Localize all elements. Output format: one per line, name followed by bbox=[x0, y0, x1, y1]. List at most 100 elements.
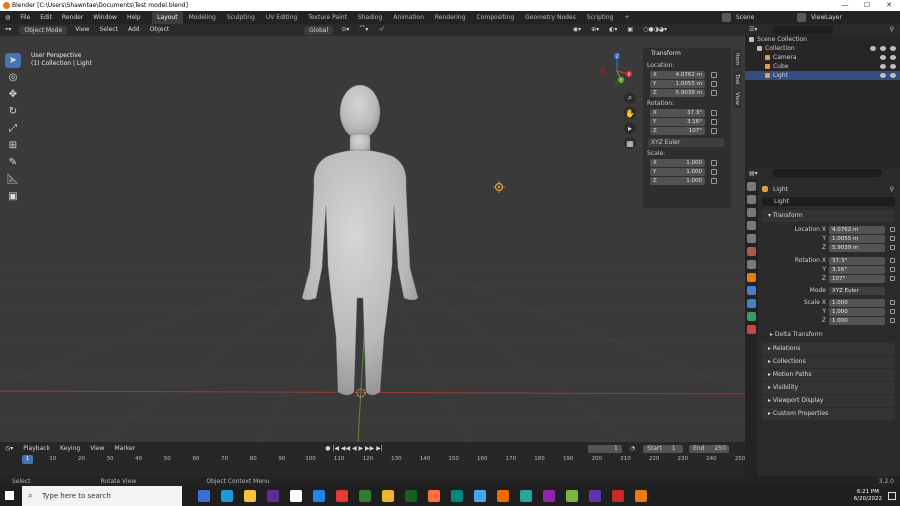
lock-icon[interactable] bbox=[711, 109, 717, 116]
physics-tab-icon[interactable] bbox=[747, 286, 756, 295]
menu-window[interactable]: Window bbox=[88, 11, 122, 24]
taskbar-app-icon[interactable] bbox=[612, 490, 624, 502]
rotation-y-field[interactable]: Y 3.16° bbox=[650, 117, 705, 126]
lock-icon[interactable] bbox=[890, 309, 895, 314]
viewport-display-section[interactable]: ▸ Viewport Display bbox=[762, 395, 895, 407]
taskbar-search-input[interactable]: ⌕ Type here to search bbox=[22, 486, 182, 506]
proportional-edit-icon[interactable]: ◦⁄ bbox=[373, 24, 388, 36]
tab-compositing[interactable]: Compositing bbox=[471, 11, 520, 24]
lock-icon[interactable] bbox=[890, 258, 895, 263]
taskbar-app-icon[interactable] bbox=[497, 490, 509, 502]
menu-edit[interactable]: Edit bbox=[35, 11, 57, 24]
lock-icon[interactable] bbox=[711, 168, 717, 175]
render-tab-icon[interactable] bbox=[747, 195, 756, 204]
end-frame-field[interactable]: End 250 bbox=[689, 444, 730, 453]
menu-marker[interactable]: Marker bbox=[109, 443, 140, 455]
taskbar-app-icon[interactable] bbox=[589, 490, 601, 502]
tab-animation[interactable]: Animation bbox=[388, 11, 430, 24]
timeline-ruler[interactable]: 10 20 30 40 50 60 70 80 90 100 110 120 130 140 150 160 1… bbox=[0, 456, 745, 466]
camera-render-icon[interactable] bbox=[890, 64, 896, 69]
lock-icon[interactable] bbox=[890, 276, 895, 281]
pivot-icon[interactable]: ⊙▾ bbox=[336, 24, 354, 36]
windows-start-icon[interactable] bbox=[5, 491, 14, 500]
move-tool-icon[interactable]: ✥ bbox=[5, 87, 21, 102]
taskbar-app-icon[interactable] bbox=[543, 490, 555, 502]
tab-item[interactable]: Item bbox=[733, 50, 741, 69]
taskbar-app-icon[interactable] bbox=[359, 490, 371, 502]
constraints-tab-icon[interactable] bbox=[747, 299, 756, 308]
object-name-field[interactable]: Light bbox=[762, 197, 895, 206]
lock-icon[interactable] bbox=[890, 300, 895, 305]
taskbar-app-icon[interactable] bbox=[474, 490, 486, 502]
lock-icon[interactable] bbox=[890, 236, 895, 241]
notifications-icon[interactable] bbox=[888, 492, 896, 500]
taskbar-app-icon[interactable] bbox=[382, 490, 394, 502]
camera-render-icon[interactable] bbox=[890, 73, 896, 78]
view-layer-selector[interactable]: ViewLayer bbox=[806, 13, 847, 22]
eye-icon[interactable] bbox=[880, 64, 886, 69]
gizmo-toggle-icon[interactable]: ⊕▾ bbox=[586, 24, 604, 36]
rotation-z-field[interactable]: Z 107° bbox=[650, 126, 705, 135]
tab-scripting[interactable]: Scripting bbox=[581, 11, 619, 24]
outliner-search-input[interactable] bbox=[773, 25, 834, 34]
tab-layout[interactable]: Layout bbox=[151, 11, 184, 24]
relations-section[interactable]: ▸ Relations bbox=[762, 343, 895, 355]
lock-icon[interactable] bbox=[890, 318, 895, 323]
camera-view-icon[interactable]: ▸ bbox=[624, 122, 636, 134]
tab-rendering[interactable]: Rendering bbox=[429, 11, 471, 24]
add-cube-tool-icon[interactable]: ▣ bbox=[5, 189, 21, 204]
scene-selector[interactable]: Scene bbox=[731, 13, 779, 22]
taskbar-app-icon[interactable] bbox=[405, 490, 417, 502]
outliner-row-cube[interactable]: Cube bbox=[745, 62, 900, 71]
tab-sculpting[interactable]: Sculpting bbox=[221, 11, 260, 24]
outliner-row-collection[interactable]: Collection bbox=[745, 44, 900, 53]
lock-icon[interactable] bbox=[711, 71, 717, 78]
menu-keying[interactable]: Keying bbox=[55, 443, 85, 455]
minimize-button[interactable]: — bbox=[834, 0, 856, 11]
taskbar-app-icon[interactable] bbox=[244, 490, 256, 502]
lock-icon[interactable] bbox=[711, 80, 717, 87]
taskbar-app-icon[interactable] bbox=[336, 490, 348, 502]
object-tab-icon[interactable] bbox=[747, 273, 756, 282]
add-workspace-button[interactable]: + bbox=[619, 11, 635, 24]
scale-tool-icon[interactable]: ⤢ bbox=[5, 121, 21, 136]
transform-section-header[interactable]: ▾ Transform bbox=[762, 210, 895, 222]
rotation-mode-dropdown[interactable]: XYZ Euler bbox=[829, 286, 885, 295]
zoom-icon[interactable]: ⌕ bbox=[624, 92, 636, 104]
3d-viewport[interactable]: User Perspective (1) Collection | Light … bbox=[0, 36, 745, 442]
pin-icon[interactable]: ⚲ bbox=[890, 186, 894, 193]
mode-dropdown[interactable]: Object Mode bbox=[19, 25, 68, 35]
data-tab-icon[interactable] bbox=[747, 312, 756, 321]
preview-range-icon[interactable]: ◔ bbox=[625, 443, 640, 455]
rotation-x-field[interactable]: 37.3° bbox=[829, 256, 885, 265]
tab-texture-paint[interactable]: Texture Paint bbox=[303, 11, 353, 24]
scale-x-field[interactable]: 1.000 bbox=[829, 298, 885, 307]
lock-icon[interactable] bbox=[711, 177, 717, 184]
checkbox-icon[interactable] bbox=[870, 46, 876, 51]
camera-render-icon[interactable] bbox=[890, 55, 896, 60]
scale-y-field[interactable]: Y 1.000 bbox=[650, 167, 705, 176]
texture-tab-icon[interactable] bbox=[747, 325, 756, 334]
lock-icon[interactable] bbox=[890, 245, 895, 250]
scale-y-field[interactable]: 1.000 bbox=[829, 307, 885, 316]
rotation-y-field[interactable]: 3.16° bbox=[829, 265, 885, 274]
tab-modeling[interactable]: Modeling bbox=[183, 11, 221, 24]
lock-icon[interactable] bbox=[711, 159, 717, 166]
timeline-editor-icon[interactable]: ◷▾ bbox=[0, 443, 18, 455]
outliner-row-camera[interactable]: Camera bbox=[745, 53, 900, 62]
menu-add[interactable]: Add bbox=[123, 24, 145, 36]
tab-tool[interactable]: Tool bbox=[733, 70, 741, 88]
lock-icon[interactable] bbox=[711, 127, 717, 134]
properties-search-input[interactable] bbox=[771, 169, 882, 177]
lock-icon[interactable] bbox=[711, 118, 717, 125]
view-layer-tab-icon[interactable] bbox=[747, 221, 756, 230]
outliner-scene-collection[interactable]: Scene Collection bbox=[745, 35, 900, 44]
rotate-tool-icon[interactable]: ↻ bbox=[5, 104, 21, 119]
menu-playback[interactable]: Playback bbox=[18, 443, 55, 455]
current-frame-field[interactable]: 1 bbox=[587, 444, 622, 453]
eye-icon[interactable] bbox=[880, 46, 886, 51]
snap-icon[interactable]: ⌒▾ bbox=[354, 24, 373, 36]
custom-properties-section[interactable]: ▸ Custom Properties bbox=[762, 408, 895, 420]
close-button[interactable]: ✕ bbox=[878, 0, 900, 11]
playback-controls[interactable]: ● |◀ ◀◀ ◀ ▶ ▶▶ ▶| bbox=[320, 443, 388, 455]
